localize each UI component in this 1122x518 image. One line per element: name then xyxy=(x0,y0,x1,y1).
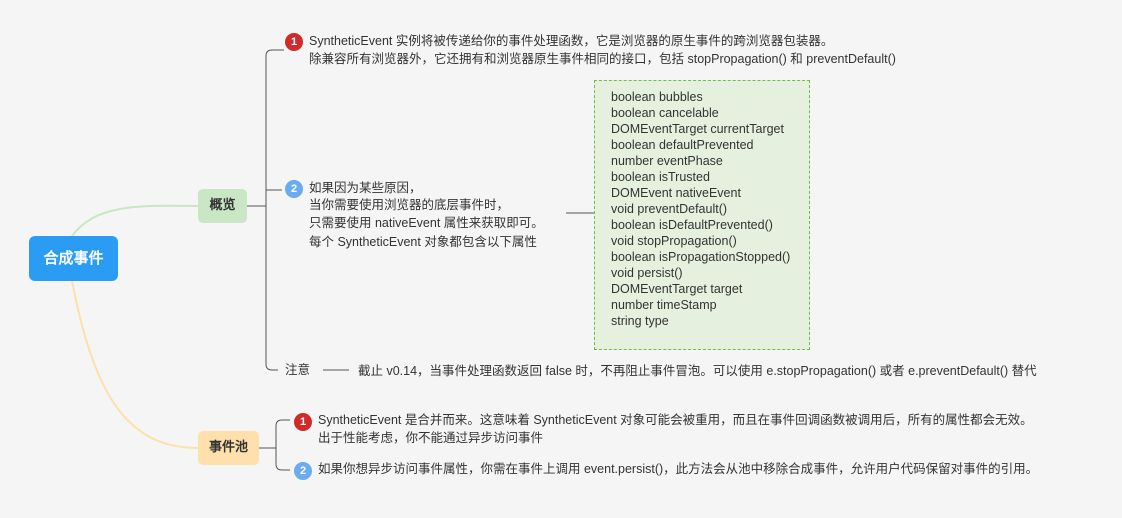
property-item: void persist() xyxy=(611,266,683,280)
number-badge-icon: 1 xyxy=(285,33,303,51)
overview-item-2-line-1[interactable]: 如果因为某些原因， xyxy=(309,180,422,196)
overview-item-1-line-1[interactable]: SyntheticEvent 实例将被传递给你的事件处理函数，它是浏览器的原生事… xyxy=(309,33,833,49)
root-to-overview-connector xyxy=(71,204,199,237)
properties-list: boolean bubbles boolean cancelable DOMEv… xyxy=(611,89,790,329)
overview-item-2-line-4[interactable]: 每个 SyntheticEvent 对象都包含以下属性 xyxy=(309,234,537,250)
property-item: void stopPropagation() xyxy=(611,234,737,248)
number-badge-icon: 1 xyxy=(294,413,312,431)
property-item: boolean isDefaultPrevented() xyxy=(611,218,773,232)
note-label[interactable]: 注意 xyxy=(285,362,310,378)
overview-item-2-line-2[interactable]: 当你需要使用浏览器的底层事件时， xyxy=(309,197,509,213)
pool-item-1-line-1[interactable]: SyntheticEvent 是合并而来。这意味着 SyntheticEvent… xyxy=(318,412,1033,428)
topic-overview[interactable]: 概览 xyxy=(198,189,247,223)
root-node[interactable]: 合成事件 xyxy=(29,236,118,281)
note-text[interactable]: 截止 v0.14，当事件处理函数返回 false 时，不再阻止事件冒泡。可以使用… xyxy=(358,363,1037,379)
property-item: DOMEventTarget target xyxy=(611,282,743,296)
property-item: number timeStamp xyxy=(611,298,717,312)
property-item: boolean defaultPrevented xyxy=(611,138,754,152)
property-item: boolean bubbles xyxy=(611,90,703,104)
pool-item-1-line-2[interactable]: 出于性能考虑，你不能通过异步访问事件 xyxy=(318,430,543,446)
property-item: boolean cancelable xyxy=(611,106,719,120)
overview-bracket xyxy=(265,49,284,371)
property-item: string type xyxy=(611,314,669,328)
topic-event-pool[interactable]: 事件池 xyxy=(198,431,259,465)
overview-item-2-line-3[interactable]: 只需要使用 nativeEvent 属性来获取即可。 xyxy=(309,215,544,231)
number-badge-icon: 2 xyxy=(294,462,312,480)
property-item: boolean isTrusted xyxy=(611,170,710,184)
property-item: number eventPhase xyxy=(611,154,723,168)
property-item: void preventDefault() xyxy=(611,202,728,216)
pool-bracket xyxy=(275,419,290,471)
property-item: DOMEventTarget currentTarget xyxy=(611,122,784,136)
overview-item-1-line-2[interactable]: 除兼容所有浏览器外，它还拥有和浏览器原生事件相同的接口，包括 stopPropa… xyxy=(309,51,896,67)
mindmap-connectors xyxy=(71,49,594,471)
number-badge-icon: 2 xyxy=(285,180,303,198)
root-to-pool-connector xyxy=(71,280,199,449)
pool-item-2-line-1[interactable]: 如果你想异步访问事件属性，你需在事件上调用 event.persist()，此方… xyxy=(318,461,1038,477)
property-item: DOMEvent nativeEvent xyxy=(611,186,741,200)
property-item: boolean isPropagationStopped() xyxy=(611,250,791,264)
